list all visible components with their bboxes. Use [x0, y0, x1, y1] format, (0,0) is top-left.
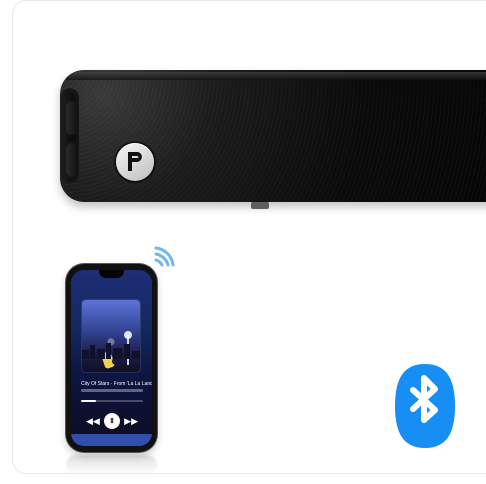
phone-notch	[99, 270, 124, 278]
city-skyline-illustration	[82, 342, 140, 359]
bluetooth-icon	[395, 364, 455, 448]
soundbar-logo-mark	[128, 152, 142, 171]
playback-progress-track	[81, 400, 143, 402]
pause-icon: Ⅱ	[110, 418, 114, 425]
next-track-icon[interactable]: ▶▶	[124, 416, 138, 427]
track-subtitle-placeholder	[81, 389, 143, 392]
soundbar-foot	[251, 202, 269, 209]
previous-track-icon[interactable]: ◀◀	[86, 416, 100, 427]
phone-screen: City Of Stars · From 'La La Land' ◀◀ Ⅱ ▶…	[71, 270, 152, 446]
soundbar	[60, 70, 486, 202]
soundbar-side-button	[66, 143, 78, 177]
phone-reflection	[66, 455, 157, 475]
track-title: City Of Stars · From 'La La Land'	[81, 381, 152, 387]
soundbar-side-button	[66, 101, 78, 135]
soundbar-top-edge	[66, 72, 486, 80]
smartphone: City Of Stars · From 'La La Land' ◀◀ Ⅱ ▶…	[66, 264, 157, 452]
album-art	[82, 300, 140, 372]
soundbar-logo	[116, 143, 154, 181]
playback-controls: ◀◀ Ⅱ ▶▶	[86, 413, 138, 429]
phone-bottom-bar	[71, 434, 152, 446]
playback-progress-fill	[81, 400, 96, 402]
pause-button[interactable]: Ⅱ	[104, 413, 120, 429]
wifi-signal-icon	[154, 246, 175, 267]
